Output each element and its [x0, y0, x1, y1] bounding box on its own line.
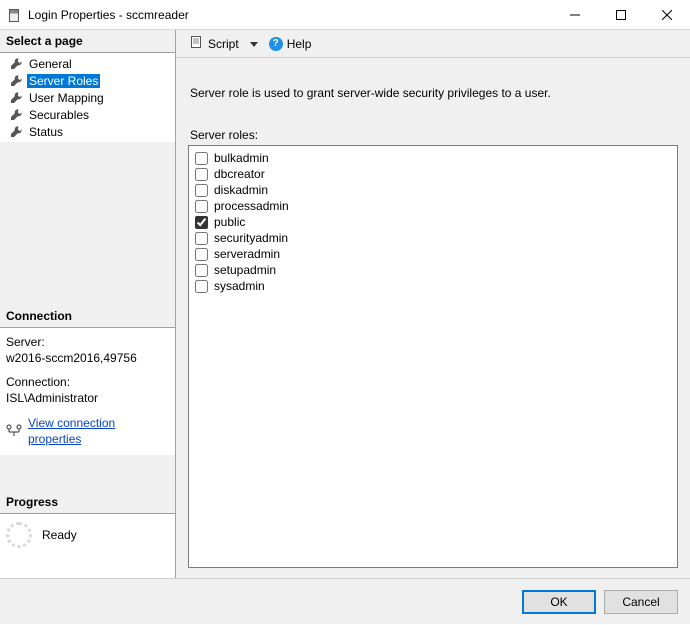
role-item-public: public [195, 214, 671, 230]
role-checkbox-securityadmin[interactable] [195, 232, 208, 245]
script-button[interactable]: Script [186, 33, 243, 54]
page-item-securables[interactable]: Securables [0, 106, 175, 123]
dialog-footer: OK Cancel [0, 578, 690, 624]
page-item-general[interactable]: General [0, 55, 175, 72]
role-checkbox-serveradmin[interactable] [195, 248, 208, 261]
toolbar: Script ? Help [176, 30, 690, 58]
role-label: setupadmin [214, 263, 276, 277]
role-item-diskadmin: diskadmin [195, 182, 671, 198]
connection-header: Connection [0, 305, 175, 328]
role-checkbox-diskadmin[interactable] [195, 184, 208, 197]
window-title: Login Properties - sccmreader [28, 8, 552, 22]
role-item-processadmin: processadmin [195, 198, 671, 214]
progress-status: Ready [42, 528, 77, 542]
role-label: dbcreator [214, 167, 265, 181]
page-item-label: Status [27, 125, 65, 139]
ok-button[interactable]: OK [522, 590, 596, 614]
role-checkbox-sysadmin[interactable] [195, 280, 208, 293]
maximize-button[interactable] [598, 0, 644, 29]
script-icon [190, 35, 204, 52]
page-item-user-mapping[interactable]: User Mapping [0, 89, 175, 106]
role-item-setupadmin: setupadmin [195, 262, 671, 278]
role-item-sysadmin: sysadmin [195, 278, 671, 294]
app-icon [8, 8, 20, 22]
progress-spinner-icon [6, 522, 32, 548]
page-item-status[interactable]: Status [0, 123, 175, 140]
connection-panel: Server: w2016-sccm2016,49756 Connection:… [0, 328, 175, 455]
page-description: Server role is used to grant server-wide… [190, 86, 678, 100]
role-item-serveradmin: serveradmin [195, 246, 671, 262]
page-list: General Server Roles User Mapping Securable… [0, 53, 175, 142]
role-checkbox-dbcreator[interactable] [195, 168, 208, 181]
server-value: w2016-sccm2016,49756 [6, 350, 169, 366]
help-label: Help [287, 37, 312, 51]
role-label: bulkadmin [214, 151, 269, 165]
main-panel: Script ? Help Server role is used to gra… [176, 30, 690, 578]
minimize-button[interactable] [552, 0, 598, 29]
page-item-label: Server Roles [27, 74, 100, 88]
select-page-header: Select a page [0, 30, 175, 53]
role-label: processadmin [214, 199, 289, 213]
page-item-label: Securables [27, 108, 91, 122]
help-button[interactable]: ? Help [265, 35, 316, 53]
view-connection-properties-link[interactable]: View connection properties [28, 415, 169, 447]
script-label: Script [208, 37, 239, 51]
wrench-icon [10, 125, 23, 138]
page-item-label: User Mapping [27, 91, 106, 105]
server-roles-label: Server roles: [190, 128, 678, 142]
wrench-icon [10, 74, 23, 87]
title-bar: Login Properties - sccmreader [0, 0, 690, 30]
cancel-button[interactable]: Cancel [604, 590, 678, 614]
sidebar: Select a page General Server Roles User Ma… [0, 30, 176, 578]
role-checkbox-public[interactable] [195, 216, 208, 229]
close-button[interactable] [644, 0, 690, 29]
script-dropdown-button[interactable] [249, 40, 259, 48]
progress-panel: Ready [0, 514, 175, 578]
server-label: Server: [6, 334, 169, 350]
role-label: sysadmin [214, 279, 265, 293]
role-item-bulkadmin: bulkadmin [195, 150, 671, 166]
page-item-label: General [27, 57, 74, 71]
wrench-icon [10, 57, 23, 70]
role-item-securityadmin: securityadmin [195, 230, 671, 246]
wrench-icon [10, 91, 23, 104]
server-roles-listbox[interactable]: bulkadmin dbcreator diskadmin processadmin p… [188, 145, 678, 568]
role-checkbox-processadmin[interactable] [195, 200, 208, 213]
connection-label: Connection: [6, 374, 169, 390]
role-checkbox-setupadmin[interactable] [195, 264, 208, 277]
role-label: diskadmin [214, 183, 268, 197]
role-item-dbcreator: dbcreator [195, 166, 671, 182]
connection-value: ISL\Administrator [6, 390, 169, 406]
role-label: serveradmin [214, 247, 280, 261]
role-label: securityadmin [214, 231, 288, 245]
window-buttons [552, 0, 690, 29]
wrench-icon [10, 108, 23, 121]
role-label: public [214, 215, 245, 229]
page-item-server-roles[interactable]: Server Roles [0, 72, 175, 89]
help-icon: ? [269, 37, 283, 51]
progress-header: Progress [0, 491, 175, 514]
network-icon [6, 424, 22, 438]
role-checkbox-bulkadmin[interactable] [195, 152, 208, 165]
